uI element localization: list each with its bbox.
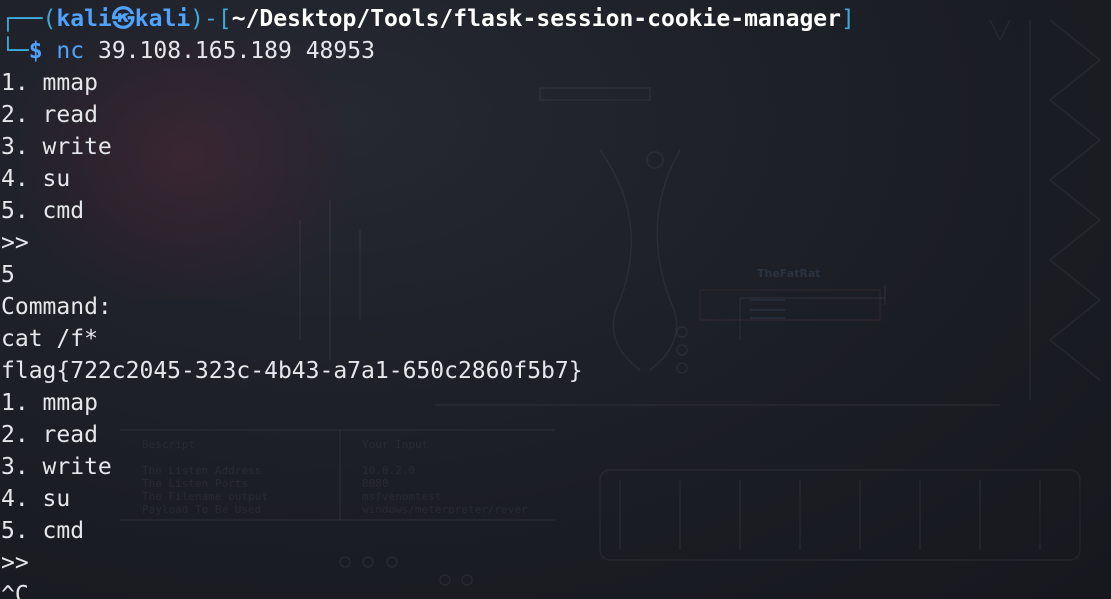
output-line: cat /f*: [1, 326, 98, 352]
output-line: 1. mmap: [1, 70, 98, 96]
prompt-frame-top: ┌──(: [1, 6, 57, 32]
output-line: 4. su: [1, 166, 71, 192]
output-line: 3. write: [1, 134, 112, 160]
output-line: 3. write: [1, 454, 112, 480]
prompt-frame-mid: )-[: [190, 6, 232, 32]
output-line: 5: [1, 262, 15, 288]
prompt-frame-end: ]: [841, 6, 855, 32]
output-line: 2. read: [1, 422, 98, 448]
output-line: 5. cmd: [1, 198, 85, 224]
prompt-user-host: kali㉿kali: [56, 6, 191, 32]
command-args: 39.108.165.189 48953: [97, 38, 375, 64]
output-line: 5. cmd: [1, 518, 85, 544]
terminal-output[interactable]: ┌──(kali㉿kali)-[~/Desktop/Tools/flask-se…: [1, 3, 855, 599]
prompt-line-command: └─$ nc 39.108.165.189 48953: [1, 35, 855, 67]
flag-output-line: flag{722c2045-323c-4b43-a7a1-650c2860f5b…: [1, 358, 583, 384]
prompt-line-top: ┌──(kali㉿kali)-[~/Desktop/Tools/flask-se…: [1, 3, 855, 35]
prompt-path: ~/Desktop/Tools/flask-session-cookie-man…: [231, 6, 841, 32]
output-line: 1. mmap: [1, 390, 98, 416]
output-line: Command:: [1, 294, 112, 320]
terminal-window[interactable]: TheFatRat Descript The Listen Address Th…: [0, 0, 1111, 599]
prompt-frame-bottom: └─: [1, 38, 29, 64]
output-line: ^C: [1, 582, 29, 599]
output-line: >>: [1, 550, 29, 576]
output-line: 4. su: [1, 486, 71, 512]
output-line: >>: [1, 230, 29, 256]
output-line: 2. read: [1, 102, 98, 128]
command-name: nc: [56, 38, 85, 64]
prompt-dollar: $: [28, 38, 43, 64]
